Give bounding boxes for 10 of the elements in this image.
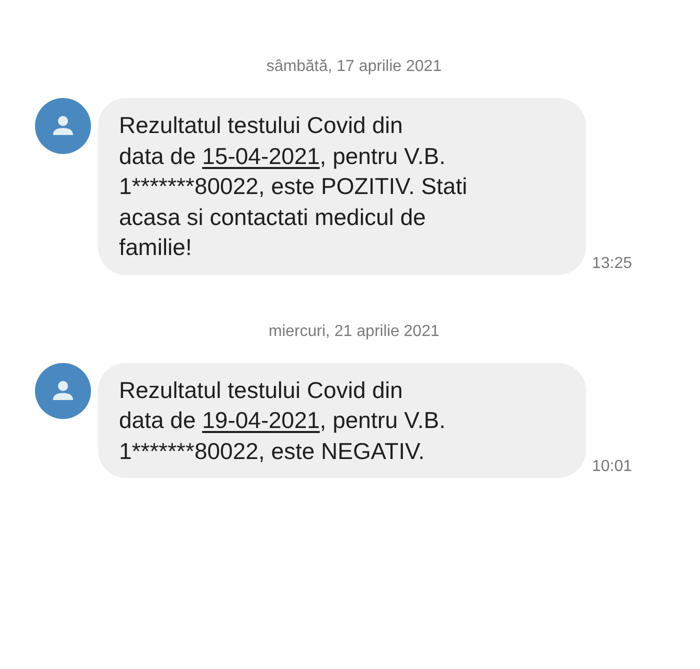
contact-avatar-icon[interactable]: [35, 98, 91, 154]
message-text: Rezultatul testului Covid din data de 15-04-2021, pentru V.B. 1*******80022, este POZITIV. Stati acasa si contactati medicul de familie!: [119, 111, 468, 262]
date-header: sâmbătă, 17 aprilie 2021: [266, 58, 442, 76]
message-time: 10:01: [592, 458, 632, 476]
date-link[interactable]: 15-04-2021: [202, 142, 320, 168]
contact-avatar-icon[interactable]: [35, 362, 91, 418]
date-link[interactable]: 19-04-2021: [202, 407, 320, 433]
date-header: miercuri, 21 aprilie 2021: [268, 322, 440, 340]
message-text: Rezultatul testului Covid din data de 19-04-2021, pentru V.B. 1*******80022, este NEGATIV.: [119, 376, 447, 466]
message-time: 13:25: [592, 254, 632, 272]
